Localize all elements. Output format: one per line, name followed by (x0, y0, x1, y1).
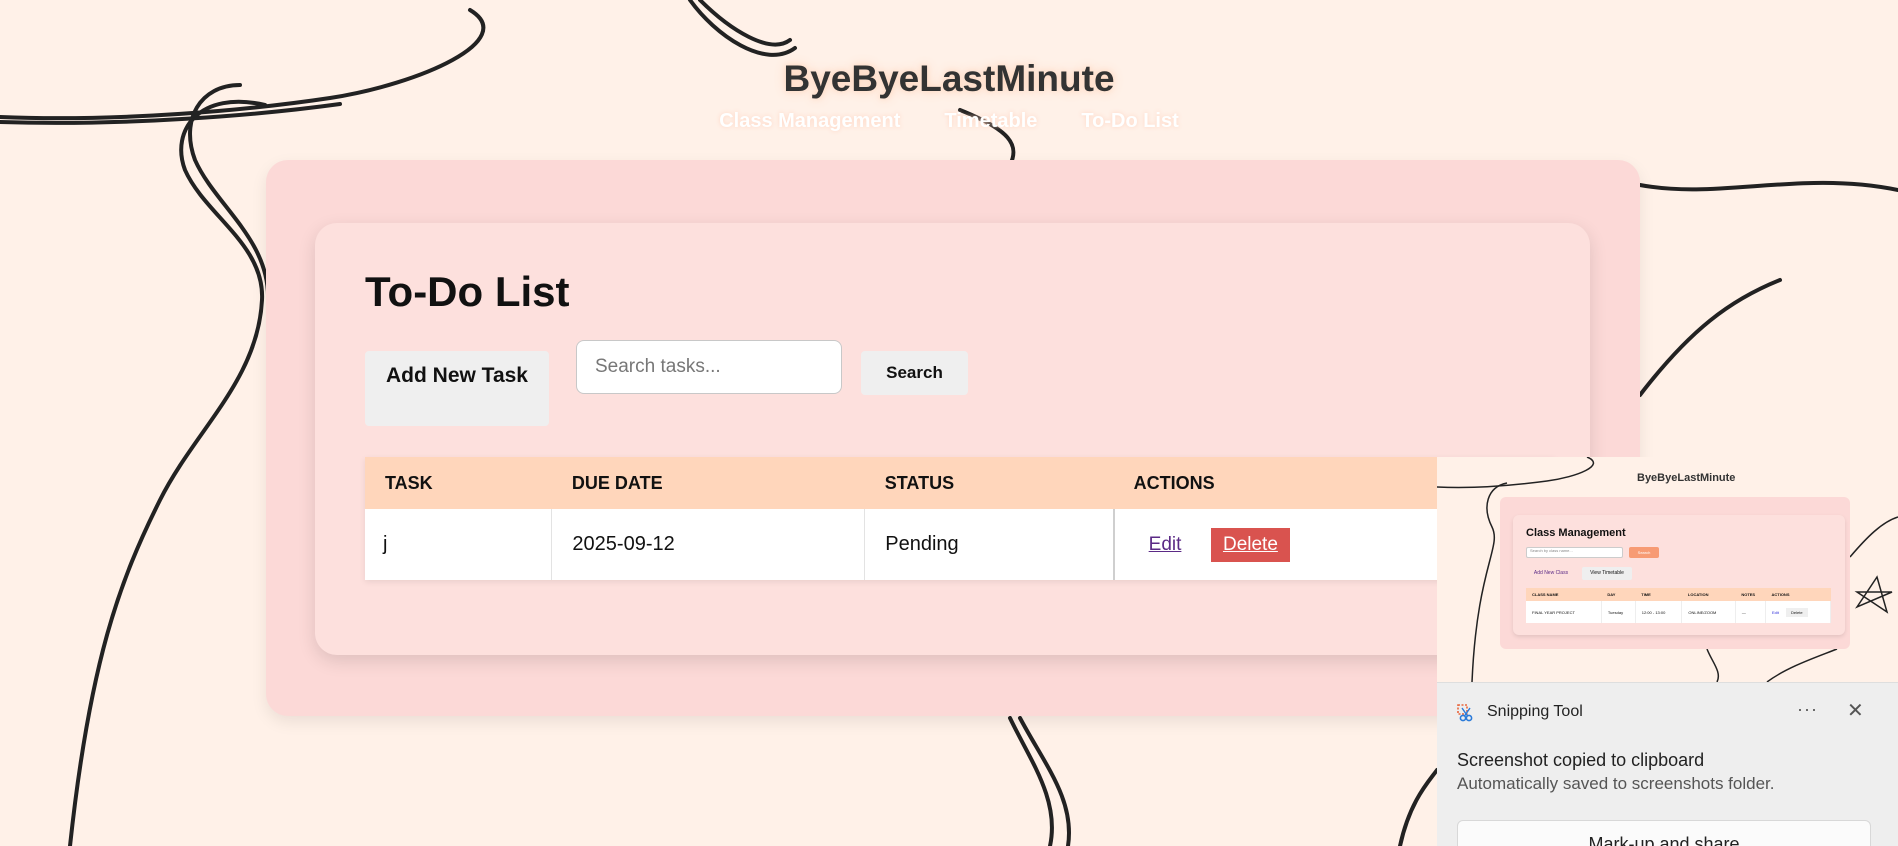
preview-cell: FINAL YEAR PROJECT (1526, 601, 1602, 623)
due-date-cell: 2025-09-12 (551, 509, 866, 580)
site-header: ByeByeLastMinute Class Management Timeta… (0, 58, 1898, 133)
preview-search-input: Search by class name... (1526, 547, 1623, 558)
add-new-task-label: Add New Task (386, 364, 528, 387)
edit-task-link[interactable]: Edit (1149, 534, 1182, 555)
nav-class-management[interactable]: Class Management (719, 110, 900, 133)
preview-edit: Edit (1771, 609, 1779, 615)
snipping-tool-notification: Snipping Tool ··· ✕ Screenshot copied to… (1437, 682, 1898, 846)
preview-delete: Delete (1786, 607, 1808, 617)
column-header-due-date: DUE DATE (551, 457, 865, 509)
notification-submessage: Automatically saved to screenshots folde… (1457, 774, 1775, 793)
preview-col-header: LOCATION (1681, 588, 1736, 601)
preview-col-header: CLASS NAME (1526, 588, 1602, 601)
preview-col-header: NOTES (1735, 588, 1766, 601)
close-icon[interactable]: ✕ (1847, 698, 1864, 723)
preview-cell: 12:00 - 13:00 (1635, 601, 1683, 623)
column-header-status: STATUS (864, 457, 1114, 509)
preview-add-class: Add New Class (1533, 570, 1569, 576)
main-nav: Class Management Timetable To-Do List (0, 110, 1898, 133)
preview-view-timetable: View Timetable (1582, 567, 1632, 580)
preview-col-header: DAY (1601, 588, 1636, 601)
notification-message: Screenshot copied to clipboard (1457, 750, 1705, 770)
preview-col-header: ACTIONS (1765, 588, 1831, 601)
preview-site-title: ByeByeLastMinute (1637, 472, 1736, 484)
ellipsis-icon[interactable]: ··· (1797, 699, 1818, 720)
page-title: To-Do List (365, 268, 570, 315)
table-header-row: TASK DUE DATE STATUS ACTIONS (365, 457, 1555, 509)
nav-timetable[interactable]: Timetable (944, 110, 1037, 133)
task-table: TASK DUE DATE STATUS ACTIONS j 2025-09-1… (365, 457, 1555, 580)
preview-search-button: Search (1629, 547, 1659, 558)
task-cell: j (365, 509, 553, 580)
search-button[interactable]: Search (861, 351, 968, 395)
delete-task-button[interactable]: Delete (1210, 527, 1290, 562)
add-new-task-button[interactable]: Add New Task (365, 351, 549, 426)
preview-cell: ONLINE/ZOOM (1681, 601, 1736, 623)
site-title: ByeByeLastMinute (783, 58, 1115, 99)
table-row: j 2025-09-12 Pending Edit Delete (365, 509, 1555, 580)
snipping-tool-icon (1457, 704, 1473, 722)
status-cell: Pending (864, 509, 1115, 580)
preview-heading: Class Management (1526, 527, 1626, 539)
snipping-tool-name: Snipping Tool (1487, 703, 1583, 720)
search-input[interactable] (576, 340, 842, 394)
preview-cell: Edit Delete (1765, 601, 1832, 623)
preview-cell: — (1735, 601, 1766, 623)
preview-table-row: FINAL YEAR PROJECT Tuesday 12:00 - 13:00… (1526, 601, 1832, 623)
nav-todo-list[interactable]: To-Do List (1081, 110, 1178, 133)
screenshot-preview[interactable]: ByeByeLastMinute Class Management Search… (1437, 457, 1898, 682)
markup-and-share-button[interactable]: Mark-up and share (1457, 820, 1871, 846)
preview-table: CLASS NAME DAY TIME LOCATION NOTES ACTIO… (1526, 588, 1832, 623)
preview-cell: Tuesday (1601, 601, 1636, 623)
column-header-task: TASK (365, 457, 552, 509)
preview-col-header: TIME (1635, 588, 1682, 601)
